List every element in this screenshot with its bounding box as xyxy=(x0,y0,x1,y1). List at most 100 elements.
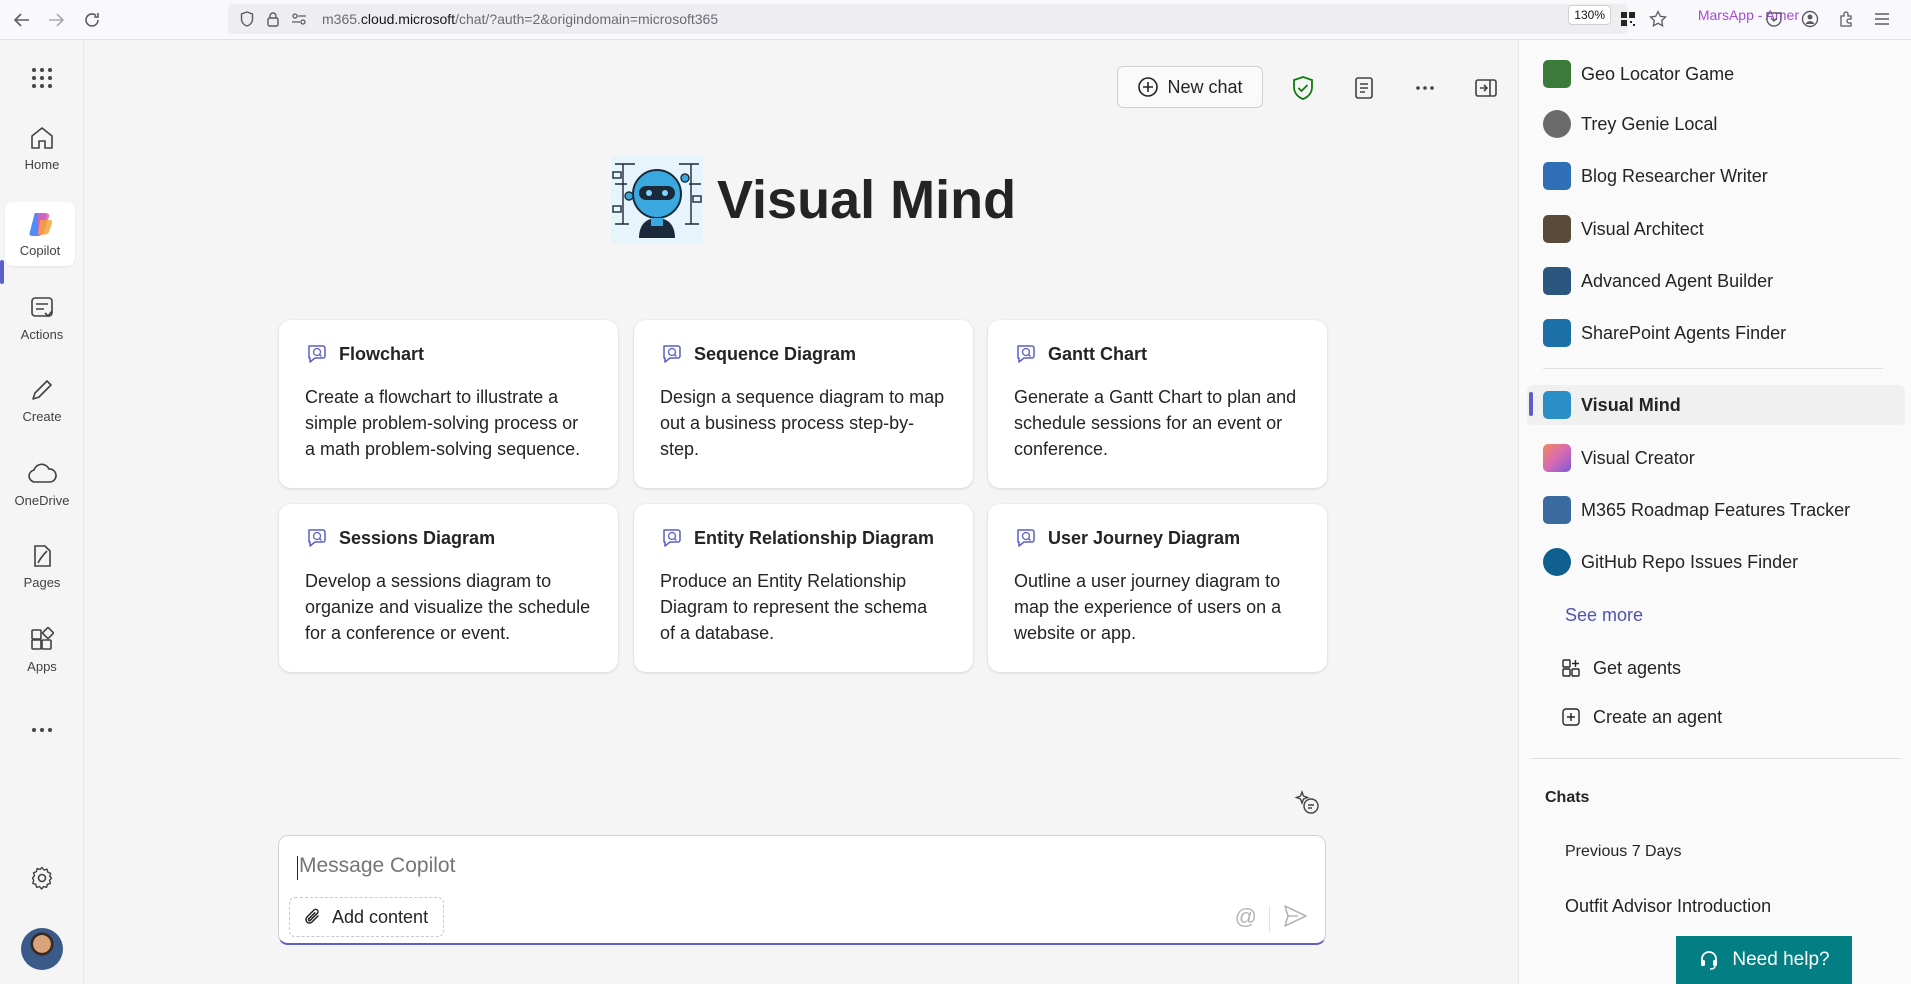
agent-avatar-icon xyxy=(1543,391,1571,419)
more-apps-button[interactable] xyxy=(0,714,84,746)
chat-history-item[interactable]: Outfit Advisor Introduction xyxy=(1565,896,1771,917)
pocket-icon[interactable] xyxy=(1761,6,1787,32)
agent-label: Visual Mind xyxy=(1581,394,1681,415)
new-chat-button[interactable]: New chat xyxy=(1117,66,1263,108)
user-avatar[interactable] xyxy=(0,928,84,970)
need-help-button[interactable]: Need help? xyxy=(1676,936,1852,984)
permissions-icon[interactable] xyxy=(290,10,308,28)
card-description: Outline a user journey diagram to map th… xyxy=(1014,571,1282,643)
rail-item-label: Apps xyxy=(27,659,57,674)
lock-icon[interactable] xyxy=(264,10,282,28)
more-options-icon[interactable] xyxy=(1409,72,1441,104)
home-icon xyxy=(26,122,58,154)
prompt-card-sessions-diagram[interactable]: Sessions Diagram Develop a sessions diag… xyxy=(279,504,618,672)
agent-avatar-icon xyxy=(1543,60,1571,88)
get-agents-link[interactable]: Get agents xyxy=(1561,652,1681,684)
prompt-card-entity-relationship-diagram[interactable]: Entity Relationship Diagram Produce an E… xyxy=(634,504,973,672)
bookmark-star-icon[interactable] xyxy=(1645,6,1671,32)
agent-item[interactable]: M365 Roadmap Features Tracker xyxy=(1543,490,1850,530)
back-icon[interactable] xyxy=(8,6,36,34)
chat-prompt-icon xyxy=(1017,345,1035,363)
agent-item[interactable]: Geo Locator Game xyxy=(1543,54,1734,94)
url-text: m365.cloud.microsoft/chat/?auth=2&origin… xyxy=(322,11,719,27)
rail-item-onedrive[interactable]: OneDrive xyxy=(0,458,84,508)
add-content-label: Add content xyxy=(332,906,429,927)
agent-item[interactable]: GitHub Repo Issues Finder xyxy=(1543,542,1798,582)
protected-shield-icon[interactable] xyxy=(1287,72,1319,104)
card-description: Create a flowchart to illustrate a simpl… xyxy=(305,387,581,459)
address-bar[interactable]: m365.cloud.microsoft/chat/?auth=2&origin… xyxy=(228,4,1628,34)
notes-icon[interactable] xyxy=(1348,72,1380,104)
headset-icon xyxy=(1701,951,1718,970)
agent-item[interactable]: Trey Genie Local xyxy=(1543,104,1717,144)
rail-item-actions[interactable]: Actions xyxy=(0,292,84,342)
app-launcher-button[interactable] xyxy=(0,62,84,94)
card-title: User Journey Diagram xyxy=(1048,527,1241,548)
agent-item[interactable]: Visual Architect xyxy=(1543,209,1704,249)
message-input[interactable] xyxy=(299,854,1199,878)
reload-icon[interactable] xyxy=(78,6,106,34)
forward-icon[interactable] xyxy=(42,6,70,34)
rail-item-copilot[interactable]: Copilot xyxy=(5,202,75,266)
account-icon[interactable] xyxy=(1797,6,1823,32)
chat-prompt-icon xyxy=(308,345,326,363)
settings-button[interactable] xyxy=(0,862,84,894)
chat-toolbar: New chat xyxy=(1098,66,1518,110)
gear-icon xyxy=(26,862,58,894)
card-description: Develop a sessions diagram to organize a… xyxy=(305,571,591,643)
chats-section-label: Previous 7 Days xyxy=(1565,843,1682,860)
prompt-card-gantt-chart[interactable]: Gantt Chart Generate a Gantt Chart to pl… xyxy=(988,320,1327,488)
see-more-link[interactable]: See more xyxy=(1565,605,1643,626)
browser-toolbar: m365.cloud.microsoft/chat/?auth=2&origin… xyxy=(0,0,1911,40)
agent-avatar-icon xyxy=(1543,162,1571,190)
agent-item[interactable]: Blog Researcher Writer xyxy=(1543,156,1768,196)
agent-item-active[interactable]: Visual Mind xyxy=(1527,385,1905,425)
rail-item-label: OneDrive xyxy=(14,493,70,508)
agent-avatar-icon xyxy=(1543,319,1571,347)
rail-item-apps[interactable]: Apps xyxy=(0,624,84,674)
prompt-card-sequence-diagram[interactable]: Sequence Diagram Design a sequence diagr… xyxy=(634,320,973,488)
create-agent-link[interactable]: Create an agent xyxy=(1561,701,1722,733)
prompt-card-user-journey-diagram[interactable]: User Journey Diagram Outline a user jour… xyxy=(988,504,1327,672)
rail-item-label: Pages xyxy=(23,575,61,590)
main-area: New chat Visual Mind Flowchart Create a … xyxy=(85,40,1518,984)
text-caret xyxy=(297,856,298,880)
shield-icon[interactable] xyxy=(238,10,256,28)
paperclip-icon xyxy=(305,908,319,924)
rail-item-home[interactable]: Home xyxy=(0,122,84,172)
grid-add-icon xyxy=(1562,659,1580,677)
message-composer[interactable]: Add content @ xyxy=(278,835,1326,945)
zoom-indicator[interactable]: 130% xyxy=(1568,5,1611,25)
agent-item[interactable]: SharePoint Agents Finder xyxy=(1543,313,1786,353)
agent-item[interactable]: Visual Creator xyxy=(1543,438,1695,478)
rail-item-pages[interactable]: Pages xyxy=(0,540,84,590)
actions-icon xyxy=(26,292,58,324)
chat-prompt-icon xyxy=(663,345,681,363)
add-content-button[interactable]: Add content xyxy=(289,897,444,937)
prompt-card-flowchart[interactable]: Flowchart Create a flowchart to illustra… xyxy=(279,320,618,488)
copilot-icon xyxy=(24,208,56,240)
card-title: Flowchart xyxy=(339,343,425,364)
app-rail: Home Copilot Actions Create OneDrive Pag… xyxy=(0,40,84,984)
mention-icon[interactable]: @ xyxy=(1235,904,1257,930)
card-title: Entity Relationship Diagram xyxy=(694,527,935,548)
agent-hero: Visual Mind xyxy=(609,154,1016,246)
more-icon xyxy=(26,714,58,746)
extensions-icon[interactable] xyxy=(1833,6,1859,32)
chats-heading: Chats xyxy=(1545,789,1590,806)
agent-item[interactable]: Advanced Agent Builder xyxy=(1543,261,1773,301)
menu-icon[interactable] xyxy=(1869,6,1895,32)
prompt-suggestions-icon[interactable] xyxy=(1293,788,1323,818)
qr-icon[interactable] xyxy=(1615,6,1641,32)
avatar xyxy=(21,928,63,970)
active-indicator xyxy=(1529,392,1533,416)
collapse-panel-icon[interactable] xyxy=(1470,72,1502,104)
card-title: Sessions Diagram xyxy=(339,527,496,548)
send-icon[interactable] xyxy=(1281,902,1311,932)
add-square-icon xyxy=(1562,708,1580,726)
agent-label: Blog Researcher Writer xyxy=(1581,165,1768,186)
agent-avatar-icon xyxy=(1543,496,1571,524)
agent-label: Advanced Agent Builder xyxy=(1581,270,1774,291)
agent-label: Visual Architect xyxy=(1581,218,1704,239)
rail-item-create[interactable]: Create xyxy=(0,374,84,424)
